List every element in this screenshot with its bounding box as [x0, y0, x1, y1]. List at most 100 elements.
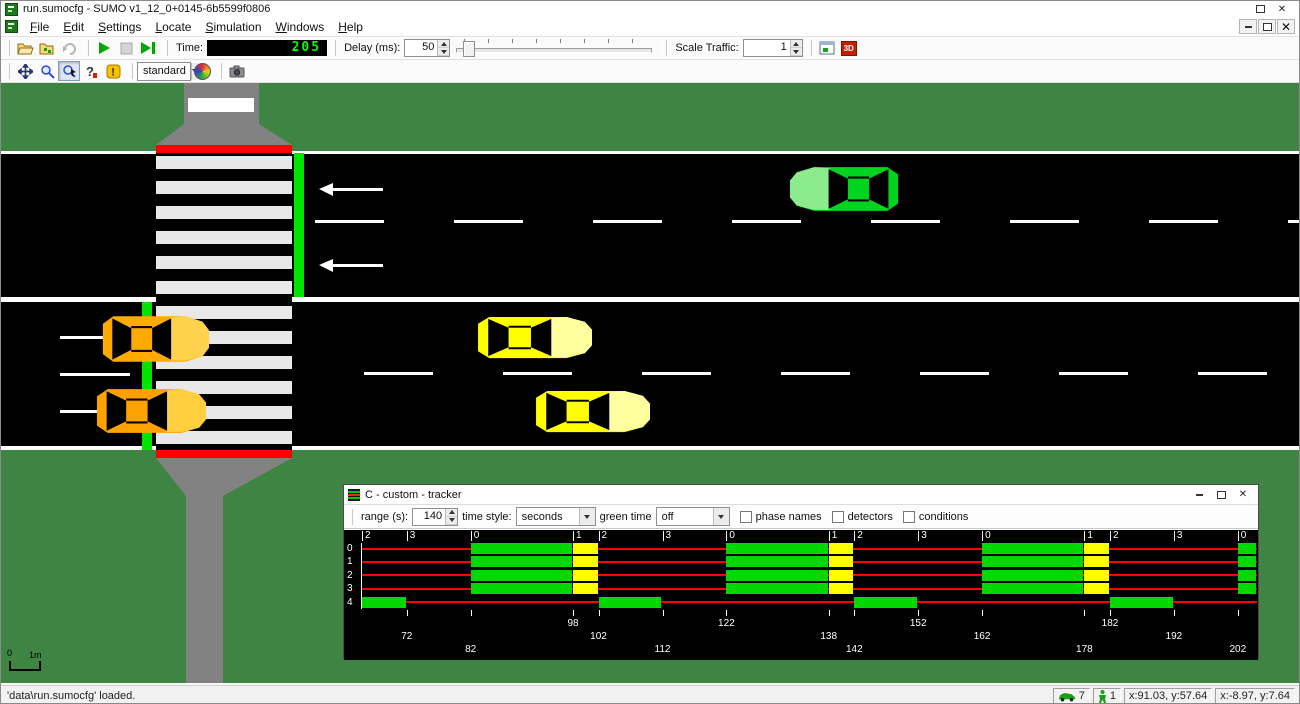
- time-display[interactable]: 205: [207, 40, 327, 56]
- delay-value[interactable]: 50: [405, 40, 437, 56]
- spin-up-button[interactable]: [791, 40, 802, 48]
- color-scheme-combobox[interactable]: standard: [137, 62, 191, 81]
- zoom-select-button[interactable]: [58, 61, 80, 81]
- toolbar-grip[interactable]: [662, 40, 667, 56]
- stop-button[interactable]: [115, 38, 137, 58]
- slider-thumb[interactable]: [463, 41, 475, 57]
- vehicle-orange-car-2[interactable]: [94, 386, 207, 436]
- delay-spinbox[interactable]: 50: [404, 39, 450, 57]
- toolbar-grip[interactable]: [217, 63, 222, 79]
- step-button[interactable]: [137, 38, 159, 58]
- row-label: 2: [347, 570, 353, 581]
- phase-label: 0: [985, 530, 991, 542]
- spin-down-button[interactable]: [446, 517, 457, 525]
- toolbar-grip[interactable]: [128, 63, 133, 79]
- child-restore-button[interactable]: [1258, 19, 1276, 34]
- phase-label: 1: [1087, 530, 1093, 542]
- axis-tick-label: 178: [1067, 644, 1101, 655]
- reload-button[interactable]: [58, 38, 80, 58]
- tracker-title-bar[interactable]: C - custom - tracker ✕: [344, 485, 1258, 505]
- range-spinbox[interactable]: 140: [412, 508, 458, 526]
- checkbox-icon[interactable]: [903, 511, 915, 523]
- toolbar-grip[interactable]: [331, 40, 336, 56]
- vehicle-yellow-car-2[interactable]: [533, 388, 651, 435]
- tracker-minimize-button[interactable]: [1188, 488, 1210, 502]
- tracker-maximize-button[interactable]: [1210, 488, 1232, 502]
- child-close-button[interactable]: ✕: [1277, 19, 1295, 34]
- open-config-button[interactable]: [14, 38, 36, 58]
- tracker-window[interactable]: C - custom - tracker ✕ range (s): 140 ti…: [343, 484, 1259, 659]
- close-button[interactable]: ✕: [1271, 2, 1293, 16]
- menu-item-windows[interactable]: Windows: [269, 19, 332, 35]
- checkbox-detectors[interactable]: detectors: [832, 511, 893, 523]
- toolbar-grip[interactable]: [5, 40, 10, 56]
- folder-open-icon: [17, 41, 34, 56]
- scale-traffic-value[interactable]: 1: [744, 40, 790, 56]
- zoom-button[interactable]: [36, 61, 58, 81]
- delay-slider[interactable]: [456, 39, 652, 57]
- axis-tick: [726, 610, 727, 616]
- open-network-button[interactable]: [36, 38, 58, 58]
- toolbar-grip[interactable]: [807, 40, 812, 56]
- snapshot-button[interactable]: [226, 61, 248, 81]
- toolbar-grip[interactable]: [348, 509, 353, 525]
- menu-item-locate[interactable]: Locate: [148, 19, 198, 35]
- vehicle-yellow-car-1[interactable]: [475, 314, 593, 361]
- scale-traffic-spinbox[interactable]: 1: [743, 39, 803, 57]
- spin-down-button[interactable]: [438, 48, 449, 56]
- pan-button[interactable]: [14, 61, 36, 81]
- axis-tick-label: 182: [1093, 618, 1127, 629]
- child-minimize-button[interactable]: [1239, 19, 1257, 34]
- new-view-button[interactable]: [816, 38, 838, 58]
- folder-network-icon: [39, 41, 56, 56]
- time-style-combobox[interactable]: seconds: [516, 507, 596, 526]
- checkbox-icon[interactable]: [832, 511, 844, 523]
- vehicle-orange-car-1[interactable]: [100, 313, 210, 365]
- menu-item-help[interactable]: Help: [331, 19, 370, 35]
- spin-up-button[interactable]: [446, 509, 457, 517]
- toolbar-grip[interactable]: [5, 63, 10, 79]
- menu-item-simulation[interactable]: Simulation: [198, 19, 268, 35]
- toolbar-grip[interactable]: [163, 40, 168, 56]
- junction-south-flare[interactable]: [156, 458, 292, 496]
- tracker-close-button[interactable]: ✕: [1232, 488, 1254, 502]
- signal-green-westbound[interactable]: [294, 153, 304, 297]
- play-button[interactable]: [93, 38, 115, 58]
- spin-up-button[interactable]: [438, 40, 449, 48]
- axis-tick: [573, 610, 574, 616]
- row-label: 3: [347, 583, 353, 594]
- open-3d-view-button[interactable]: 3D: [838, 38, 860, 58]
- play-icon: [97, 41, 111, 55]
- range-value[interactable]: 140: [413, 509, 445, 525]
- phase-label: 0: [1241, 530, 1247, 542]
- vehicle-green-car[interactable]: [789, 164, 901, 214]
- axis-tick: [854, 610, 855, 616]
- green-time-combobox[interactable]: off: [656, 507, 730, 526]
- child-window-icon: [5, 20, 18, 33]
- locate-objects-button[interactable]: ?: [80, 61, 102, 81]
- menu-item-edit[interactable]: Edit: [56, 19, 91, 35]
- phase-plot[interactable]: 2301230123012307282981021121221381421521…: [362, 530, 1257, 660]
- lane-arrow-left: [319, 183, 385, 196]
- dropdown-arrow-icon[interactable]: [713, 508, 729, 525]
- checkbox-conditions[interactable]: conditions: [903, 511, 969, 523]
- phase-tick: [918, 531, 919, 541]
- junction-north-flare[interactable]: [156, 124, 292, 145]
- phase-diagram[interactable]: 01234 2301230123012307282981021121221381…: [344, 529, 1258, 660]
- phase-tick: [1238, 531, 1239, 541]
- checkbox-icon[interactable]: [740, 511, 752, 523]
- spin-down-button[interactable]: [791, 48, 802, 56]
- phase-tick: [829, 531, 830, 541]
- checkbox-phase-names[interactable]: phase names: [740, 511, 822, 523]
- slider-groove[interactable]: [456, 48, 652, 53]
- geo-position: x:-8.97, y:7.64: [1215, 688, 1295, 704]
- warnings-button[interactable]: !: [102, 61, 124, 81]
- menu-item-file[interactable]: File: [23, 19, 56, 35]
- signal-yellow-block: [1084, 543, 1109, 554]
- restore-button[interactable]: [1249, 2, 1271, 16]
- toolbar-grip[interactable]: [84, 40, 89, 56]
- junction-south-road[interactable]: [186, 496, 223, 683]
- edit-color-scheme-button[interactable]: [191, 61, 213, 81]
- dropdown-arrow-icon[interactable]: [579, 508, 595, 525]
- menu-item-settings[interactable]: Settings: [91, 19, 148, 35]
